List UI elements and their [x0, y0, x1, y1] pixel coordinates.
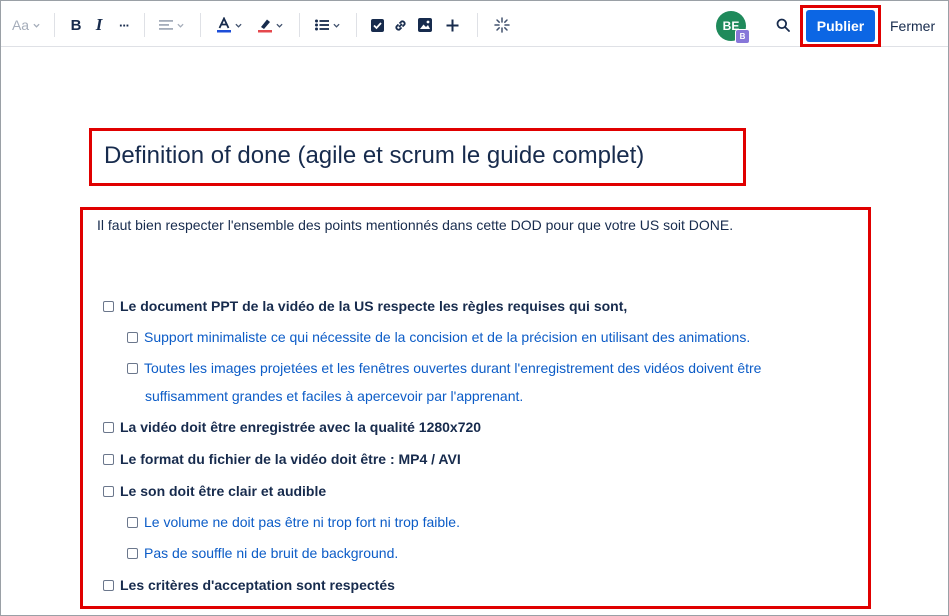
checklist-item: Le document PPT de la vidéo de la US res…	[103, 297, 627, 315]
text-style-label: Aa	[11, 17, 30, 33]
list-dropdown[interactable]	[311, 13, 343, 37]
task-checkbox[interactable]	[103, 301, 114, 312]
highlight-dropdown[interactable]	[254, 13, 286, 37]
toolbar-divider	[200, 13, 201, 37]
sparkle-icon	[494, 17, 510, 33]
task-checkbox[interactable]	[127, 363, 138, 374]
chevron-down-icon	[332, 23, 340, 28]
text-style-dropdown[interactable]: Aa	[10, 13, 42, 37]
toolbar-divider	[299, 13, 300, 37]
task-checkbox[interactable]	[103, 422, 114, 433]
more-formatting-button[interactable]: ···	[114, 13, 134, 37]
editor-window: Aa B I ··· BE B Publier Fermer Definitio…	[0, 0, 949, 616]
checklist-item-continuation: suffisamment grandes et faciles à aperce…	[145, 388, 524, 404]
checklist-item-text: Support minimaliste ce qui nécessite de …	[144, 329, 751, 345]
checklist-item-text: Le son doit être clair et audible	[120, 483, 327, 499]
checkbox-icon	[370, 18, 384, 32]
checklist-item: Le son doit être clair et audible	[103, 482, 326, 500]
avatar-badge-label: B	[739, 32, 746, 41]
plus-icon	[446, 19, 458, 31]
toolbar-divider	[356, 13, 357, 37]
toolbar-divider	[54, 13, 55, 37]
checklist-item-text: Pas de souffle ni de bruit de background…	[144, 545, 399, 561]
alignment-dropdown[interactable]	[155, 13, 187, 37]
toolbar-divider	[144, 13, 145, 37]
italic-label: I	[95, 15, 103, 34]
checklist-item-text: Toutes les images projetées et les fenêt…	[144, 360, 762, 376]
checklist-item-text: Le document PPT de la vidéo de la US res…	[120, 298, 628, 314]
publish-button[interactable]: Publier	[806, 10, 875, 42]
editor-toolbar: Aa B I ··· BE B Publier Fermer	[1, 1, 948, 47]
checklist-item: Pas de souffle ni de bruit de background…	[127, 544, 398, 562]
avatar-badge: B	[735, 29, 750, 44]
text-color-dropdown[interactable]	[213, 13, 245, 37]
insert-button[interactable]	[444, 13, 460, 37]
image-button[interactable]	[417, 13, 433, 37]
intro-paragraph[interactable]: Il faut bien respecter l'ensemble des po…	[97, 217, 733, 233]
link-icon	[394, 19, 406, 31]
task-checkbox[interactable]	[127, 517, 138, 528]
checklist-item: Le format du fichier de la vidéo doit êt…	[103, 450, 461, 468]
image-icon	[418, 18, 432, 32]
ai-assist-button[interactable]	[493, 13, 511, 37]
toolbar-divider	[477, 13, 478, 37]
checklist-item-text: Le volume ne doit pas être ni trop fort …	[144, 514, 460, 530]
link-button[interactable]	[392, 13, 408, 37]
checklist-item: La vidéo doit être enregistrée avec la q…	[103, 418, 481, 436]
search-button[interactable]	[774, 13, 792, 37]
align-left-icon	[158, 20, 173, 30]
checklist-item: Toutes les images projetées et les fenêt…	[127, 359, 761, 377]
task-checkbox[interactable]	[103, 580, 114, 591]
more-label: ···	[119, 17, 130, 33]
action-item-button[interactable]	[369, 13, 385, 37]
chevron-down-icon	[176, 23, 184, 28]
search-icon	[776, 18, 790, 32]
text-color-icon	[216, 17, 231, 33]
checklist-item: Les critères d'acceptation sont respecté…	[103, 576, 395, 594]
close-button[interactable]: Fermer	[890, 16, 935, 36]
task-checkbox[interactable]	[127, 548, 138, 559]
checklist-item-text: Le format du fichier de la vidéo doit êt…	[120, 451, 461, 467]
checklist-item-text: Les critères d'acceptation sont respecté…	[120, 577, 395, 593]
page-title[interactable]: Definition of done (agile et scrum le gu…	[104, 142, 644, 170]
task-checkbox[interactable]	[103, 486, 114, 497]
highlighter-icon	[257, 19, 272, 33]
chevron-down-icon	[33, 23, 40, 28]
checklist-item: Le volume ne doit pas être ni trop fort …	[127, 513, 460, 531]
bold-label: B	[70, 16, 82, 34]
bold-button[interactable]: B	[67, 13, 85, 37]
task-checkbox[interactable]	[127, 332, 138, 343]
checklist-item-text: La vidéo doit être enregistrée avec la q…	[120, 419, 482, 435]
checklist-item: Support minimaliste ce qui nécessite de …	[127, 328, 750, 346]
bullet-list-icon	[314, 19, 329, 31]
chevron-down-icon	[234, 23, 242, 28]
task-checkbox[interactable]	[103, 454, 114, 465]
italic-button[interactable]: I	[91, 13, 107, 37]
chevron-down-icon	[275, 23, 283, 28]
